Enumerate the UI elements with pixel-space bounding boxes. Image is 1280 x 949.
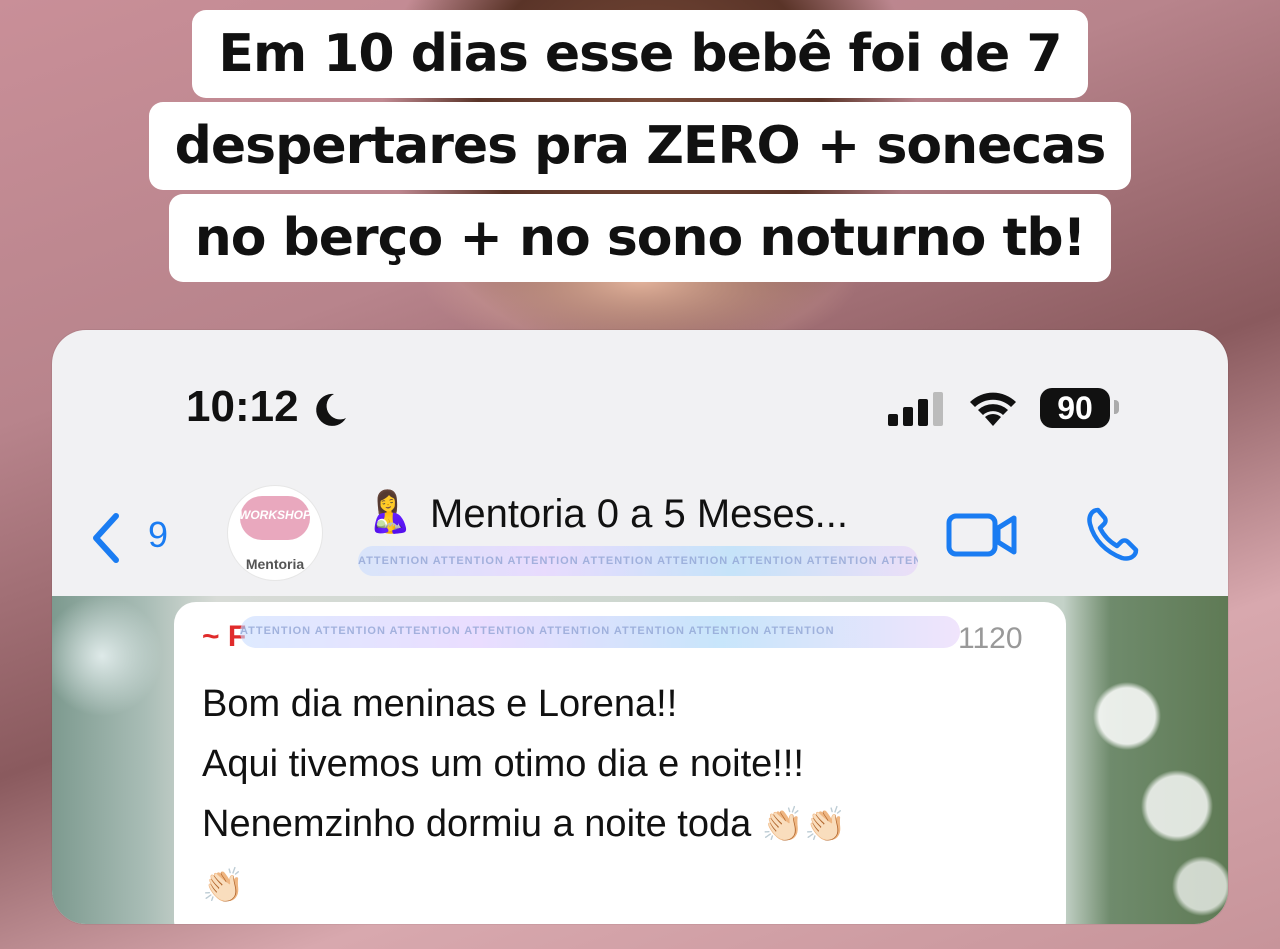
breastfeeding-emoji-icon: 🤱 [364,490,414,534]
group-title[interactable]: Mentoria 0 a 5 Meses... [430,492,848,537]
status-bar: 10:12 90 [52,330,1228,480]
battery-icon: 90 [1040,388,1110,428]
back-chevron-icon[interactable] [86,508,126,568]
status-time: 10:12 [186,382,299,431]
message-line-1: Bom dia meninas e Lorena!! [202,683,678,725]
chat-area: ~ F ATTENTION ATTENTION ATTENTION ATTENT… [52,596,1228,924]
message-sender: ~ F [202,620,247,653]
sender-phone-number: 1120 [958,622,1023,655]
headline-caption: Em 10 dias esse bebê foi de 7 despertare… [0,10,1280,286]
clapping-hands-icon: 👏🏻👏🏻 [761,806,847,844]
chat-header: 9 WORKSHOP Mentoria 🤱 Mentoria 0 a 5 Mes… [52,480,1228,596]
battery-nub [1114,400,1119,414]
sender-watermark: ATTENTION ATTENTION ATTENTION ATTENTION … [240,616,960,648]
message-line-3: Nenemzinho dormiu a noite toda 👏🏻👏🏻 [202,794,1052,855]
moon-icon [316,393,346,426]
message-line-2: Aqui tivemos um otimo dia e noite!!! [202,743,804,785]
phone-screenshot: 10:12 90 9 WORKSHOP Mentoria 🤱 Mentoria [52,330,1228,924]
phone-call-icon[interactable] [1084,504,1140,564]
message-line-3-text: Nenemzinho dormiu a noite toda [202,803,752,845]
avatar-mentoria-text: Mentoria [245,556,305,572]
cellular-signal-icon [888,392,943,426]
headline-line-3: no berço + no sono noturno tb! [168,194,1112,282]
message-bubble[interactable]: ~ F ATTENTION ATTENTION ATTENTION ATTENT… [174,602,1066,924]
headline-line-1: Em 10 dias esse bebê foi de 7 [192,10,1088,98]
avatar-workshop-text: WORKSHOP [239,508,311,522]
wifi-icon [970,392,1016,426]
group-avatar[interactable]: WORKSHOP Mentoria [228,486,322,580]
header-watermark: ATTENTION ATTENTION ATTENTION ATTENTION … [358,546,918,576]
message-line-4: 👏🏻 [202,855,1052,916]
unread-count[interactable]: 9 [148,514,168,556]
headline-line-2: despertares pra ZERO + sonecas [148,102,1132,190]
video-call-icon[interactable] [946,510,1018,560]
message-text: Bom dia meninas e Lorena!! Aqui tivemos … [202,674,1052,916]
clapping-hands-icon: 👏🏻 [202,867,245,905]
